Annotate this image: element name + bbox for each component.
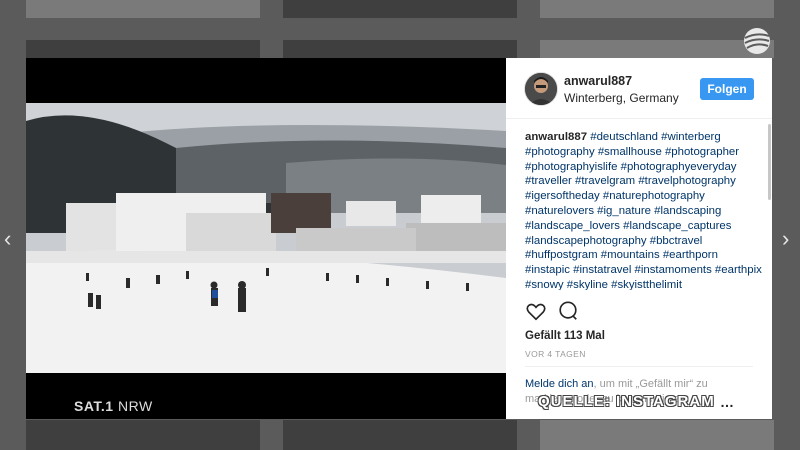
background-thumbnail (540, 420, 774, 450)
post-modal: anwarul887 Winterberg, Germany Folgen an… (26, 58, 772, 419)
post-sidebar: anwarul887 Winterberg, Germany Folgen an… (506, 58, 772, 419)
winter-landscape-image (26, 103, 506, 373)
sat1-ball-icon (744, 28, 770, 54)
avatar[interactable] (524, 72, 558, 106)
follow-button[interactable]: Folgen (700, 78, 754, 100)
channel-watermark: SAT.1 NRW (74, 398, 153, 414)
background-thumbnail (283, 420, 517, 450)
previous-arrow-icon[interactable]: ‹ (4, 226, 11, 252)
heart-icon[interactable] (525, 300, 547, 322)
photo-area (26, 58, 506, 419)
caption-scrollbar[interactable] (768, 124, 771, 200)
background-thumbnail (26, 420, 260, 450)
comment-icon[interactable] (557, 300, 579, 322)
source-credit: QUELLE: INSTAGRAM (538, 393, 715, 410)
login-link[interactable]: Melde dich an (525, 378, 594, 390)
next-arrow-icon[interactable]: › (782, 226, 789, 252)
background-thumbnail (540, 40, 774, 58)
caption-author[interactable]: anwarul887 (525, 131, 587, 143)
caption: anwarul887 #deutschland #winterberg #pho… (525, 130, 763, 290)
channel-brand: SAT.1 (74, 398, 114, 414)
location-link[interactable]: Winterberg, Germany (564, 91, 679, 105)
channel-region: NRW (117, 398, 153, 414)
post-photo (26, 103, 506, 373)
background-thumbnail (283, 0, 517, 18)
divider (525, 366, 753, 367)
background-thumbnail (26, 0, 260, 18)
username[interactable]: anwarul887 (564, 74, 632, 88)
post-timestamp: VOR 4 TAGEN (525, 349, 586, 359)
caption-hashtags[interactable]: #deutschland #winterberg #photography #s… (525, 131, 762, 290)
post-actions (525, 300, 765, 324)
post-header: anwarul887 Winterberg, Germany Folgen (506, 58, 772, 119)
background-thumbnail (26, 40, 260, 58)
likes-count[interactable]: Gefällt 113 Mal (525, 330, 605, 342)
background-thumbnail (283, 40, 517, 58)
avatar-image (525, 73, 557, 105)
more-options-icon[interactable]: … (720, 394, 735, 410)
background-thumbnail (540, 0, 774, 18)
